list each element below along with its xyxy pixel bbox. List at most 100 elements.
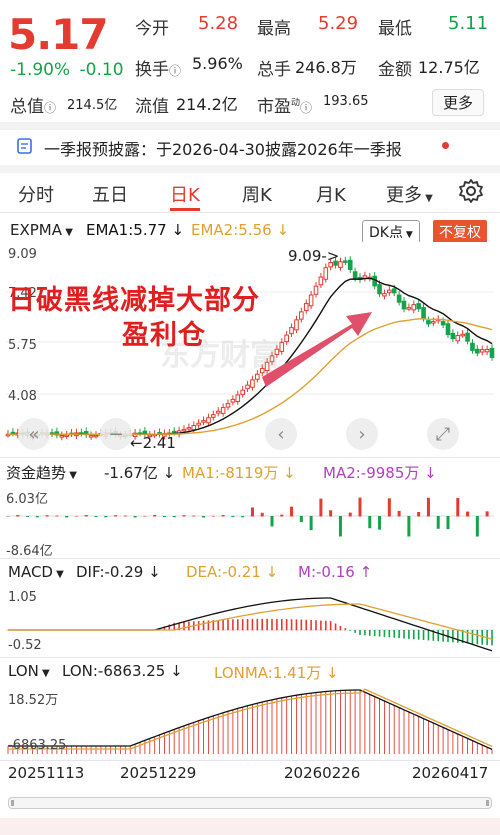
fund-bar [329, 510, 333, 517]
macd-bar [276, 618, 278, 631]
fund-bar [114, 515, 118, 517]
fund-bar [280, 514, 284, 517]
scrollbar-handle-left[interactable] [11, 800, 14, 806]
macd-bar [300, 619, 303, 631]
y-label-top: 9.09 [8, 247, 37, 262]
notice-text[interactable]: 一季报预披露：于2026-04-30披露2026年一季报 [44, 136, 402, 160]
pe-label[interactable]: 市盈动ⓘ [257, 92, 312, 117]
float-label: 流值 [135, 97, 169, 117]
macd-bar [437, 630, 440, 642]
document-icon [16, 137, 34, 154]
macd-bar [188, 621, 190, 631]
fullscreen-icon[interactable]: ⤢ [427, 418, 459, 450]
candle-body [479, 349, 485, 353]
chart-scrollbar[interactable] [8, 797, 492, 809]
fund-ma1: MA1:-8119万 ↓ [182, 464, 296, 482]
date-label: 20251229 [120, 764, 197, 782]
macd-bar [246, 618, 249, 631]
candle-body [450, 332, 456, 340]
price-change: -1.90% -0.10 [10, 60, 124, 80]
candle-body [93, 434, 99, 438]
candle-body [245, 384, 250, 390]
macd-bar [236, 619, 239, 631]
candle-body [416, 303, 421, 310]
fund-bar [55, 515, 59, 517]
macd-bar [412, 630, 415, 640]
macd-selector[interactable]: MACD ▼ [8, 563, 64, 581]
info-icon: ⓘ [169, 64, 182, 78]
scroll-left-icon[interactable]: ‹ [265, 418, 297, 450]
zoom-out-icon[interactable]: − [100, 418, 132, 450]
fund-selector[interactable]: 资金趋势 ▼ [6, 462, 77, 483]
y-label-mid2: 5.75 [8, 338, 37, 353]
candle-body [289, 327, 294, 335]
triangle-down-icon: ▼ [38, 668, 50, 679]
turnover-label[interactable]: 换手ⓘ [135, 55, 181, 80]
candle-body [465, 332, 470, 342]
macd-bar [364, 630, 366, 636]
tab-rik[interactable]: 日K [170, 181, 200, 207]
scrollbar-handle-right[interactable] [486, 800, 489, 806]
candle-body [206, 417, 211, 424]
candle-body [426, 320, 431, 325]
pe-value: 193.65 [323, 94, 369, 109]
change-pct: -1.90% [10, 60, 71, 80]
candle-body [220, 407, 226, 414]
scroll-left-fast-icon[interactable]: « [18, 418, 50, 450]
high-label: 最高 [257, 19, 291, 39]
candle-body [64, 434, 69, 437]
quote-more-button[interactable]: 更多 [432, 89, 485, 116]
candle-body [421, 307, 426, 319]
active-tab-underline [170, 208, 200, 211]
tab-more[interactable]: 更多 ▼ [386, 181, 433, 207]
adjust-button[interactable]: 不复权 [433, 220, 487, 244]
annotation-text-line2: 盈利仓 [122, 320, 206, 351]
fund-bar [338, 516, 342, 537]
candle-body [484, 349, 490, 353]
macd-y-top: 1.05 [8, 590, 37, 605]
fund-bar [417, 511, 421, 517]
fund-bar [123, 515, 127, 517]
candle-body [299, 311, 304, 320]
macd-bar [359, 630, 361, 635]
fund-bar [397, 510, 401, 517]
macd-dea: DEA:-0.21 ↓ [186, 563, 279, 581]
tab-fenshi[interactable]: 分时 [18, 181, 54, 207]
mktcap-label[interactable]: 总值ⓘ [10, 92, 56, 117]
tab-zhouk[interactable]: 周K [242, 181, 272, 207]
divider [0, 212, 500, 213]
macd-bar [222, 619, 224, 631]
dk-point-button[interactable]: DK点 ▼ [362, 220, 420, 244]
candle-body [171, 430, 177, 434]
candle-body [460, 333, 465, 337]
candle-body [445, 323, 451, 336]
fund-bar [231, 516, 235, 518]
fund-bar [358, 497, 362, 517]
fund-bar [211, 515, 215, 517]
fund-bar [65, 516, 69, 518]
candle-body [470, 342, 475, 351]
open-label: 今开 [135, 19, 169, 39]
fund-bar [446, 516, 450, 530]
candle-body [211, 414, 216, 418]
tab-wuri[interactable]: 五日 [92, 181, 128, 207]
candle-body [308, 294, 314, 307]
fund-bar [94, 516, 98, 517]
candle-body [377, 284, 382, 295]
settings-gear-icon[interactable] [458, 178, 484, 209]
expma-selector[interactable]: EXPMA ▼ [10, 221, 73, 239]
macd-bar [476, 630, 479, 645]
turnover-value: 5.96% [192, 54, 243, 73]
volume-value: 246.8万 [295, 58, 357, 77]
lon-selector[interactable]: LON ▼ [8, 662, 50, 680]
fund-bar [221, 515, 225, 517]
divider [0, 457, 500, 458]
scroll-right-icon[interactable]: › [346, 418, 378, 450]
fund-bar [143, 515, 147, 517]
macd-bar [202, 620, 205, 631]
tab-yuek[interactable]: 月K [316, 181, 346, 207]
low-value: 5.11 [448, 13, 489, 34]
candle-body [294, 319, 299, 331]
candle-body [250, 379, 255, 388]
period-tabs: 分时 五日 日K 周K 月K 更多 ▼ [0, 178, 500, 211]
